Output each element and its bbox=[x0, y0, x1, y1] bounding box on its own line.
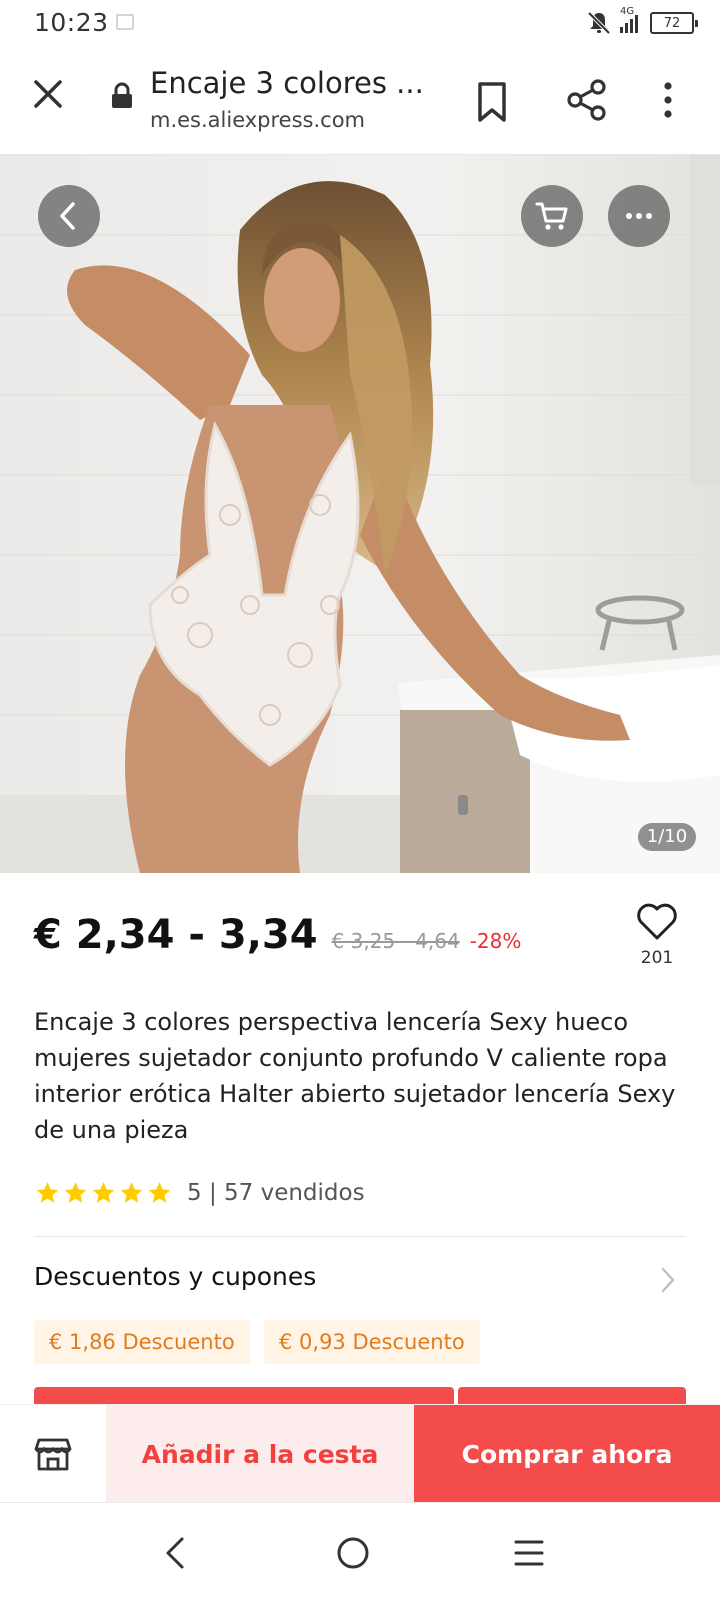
cart-icon bbox=[535, 202, 568, 230]
store-icon bbox=[34, 1438, 72, 1471]
nav-recents-icon[interactable] bbox=[509, 1533, 549, 1573]
red-strip bbox=[34, 1387, 454, 1405]
coupon-tag[interactable]: € 0,93 Descuento bbox=[264, 1320, 480, 1364]
price-row: € 2,34 - 3,34 € 3,25 - 4,64 -28% bbox=[34, 912, 521, 972]
signal-icon: 4G bbox=[618, 6, 644, 36]
buy-now-button[interactable]: Comprar ahora bbox=[414, 1405, 720, 1503]
wishlist-count: 201 bbox=[640, 948, 674, 968]
cart-button[interactable] bbox=[521, 185, 583, 247]
rating-sold-text: 5 | 57 vendidos bbox=[187, 1180, 365, 1206]
network-label: 4G bbox=[620, 6, 635, 17]
price: € 2,34 - 3,34 bbox=[34, 912, 318, 958]
browser-toolbar: Encaje 3 colores ... m.es.aliexpress.com bbox=[0, 46, 720, 155]
star-icon bbox=[92, 1182, 115, 1203]
battery-icon: 72 bbox=[650, 12, 698, 34]
share-icon[interactable] bbox=[566, 78, 608, 122]
wishlist-button[interactable]: 201 bbox=[628, 902, 686, 986]
more-horizontal-icon bbox=[626, 213, 652, 219]
product-title: Encaje 3 colores perspectiva lencería Se… bbox=[34, 1008, 676, 1144]
system-navigation-bar bbox=[0, 1502, 720, 1601]
store-button[interactable] bbox=[0, 1405, 106, 1503]
star-icon bbox=[120, 1182, 143, 1203]
mute-icon bbox=[587, 11, 611, 35]
back-button[interactable] bbox=[38, 185, 100, 247]
divider bbox=[34, 1236, 686, 1237]
status-time: 10:23 bbox=[34, 8, 109, 37]
bookmark-icon[interactable] bbox=[474, 80, 510, 124]
coupon-tag[interactable]: € 1,86 Descuento bbox=[34, 1320, 250, 1364]
lock-icon bbox=[112, 82, 132, 108]
more-options-button[interactable] bbox=[608, 185, 670, 247]
status-bar: 10:23 4G 72 bbox=[0, 0, 720, 46]
back-icon bbox=[60, 202, 75, 230]
bottom-action-bar: Añadir a la cesta Comprar ahora bbox=[0, 1404, 720, 1503]
page-title[interactable]: Encaje 3 colores ... bbox=[150, 66, 424, 100]
chevron-right-icon[interactable] bbox=[660, 1266, 676, 1294]
nav-back-icon[interactable] bbox=[156, 1533, 196, 1573]
add-to-cart-button[interactable]: Añadir a la cesta bbox=[106, 1405, 414, 1503]
nav-home-icon[interactable] bbox=[333, 1533, 373, 1573]
image-counter: 1/10 bbox=[638, 823, 696, 851]
red-strip bbox=[458, 1387, 686, 1405]
close-icon[interactable] bbox=[28, 74, 68, 114]
more-vertical-icon[interactable] bbox=[656, 78, 680, 122]
page-url[interactable]: m.es.aliexpress.com bbox=[150, 108, 365, 132]
discount-percent: -28% bbox=[469, 929, 522, 953]
star-icon bbox=[64, 1182, 87, 1203]
original-price: € 3,25 - 4,64 bbox=[331, 929, 460, 953]
coupons-title[interactable]: Descuentos y cupones bbox=[34, 1262, 316, 1291]
status-icons: 4G 72 bbox=[586, 6, 698, 38]
product-photo[interactable] bbox=[0, 155, 720, 873]
heart-icon bbox=[637, 903, 677, 940]
rating-row[interactable]: 5 | 57 vendidos bbox=[34, 1176, 365, 1210]
image-icon bbox=[116, 14, 134, 30]
battery-level: 72 bbox=[663, 15, 681, 31]
product-image-gallery[interactable]: 1/10 bbox=[0, 155, 720, 873]
star-icon bbox=[148, 1182, 171, 1203]
star-icon bbox=[36, 1182, 59, 1203]
rating-stars bbox=[34, 1180, 173, 1206]
